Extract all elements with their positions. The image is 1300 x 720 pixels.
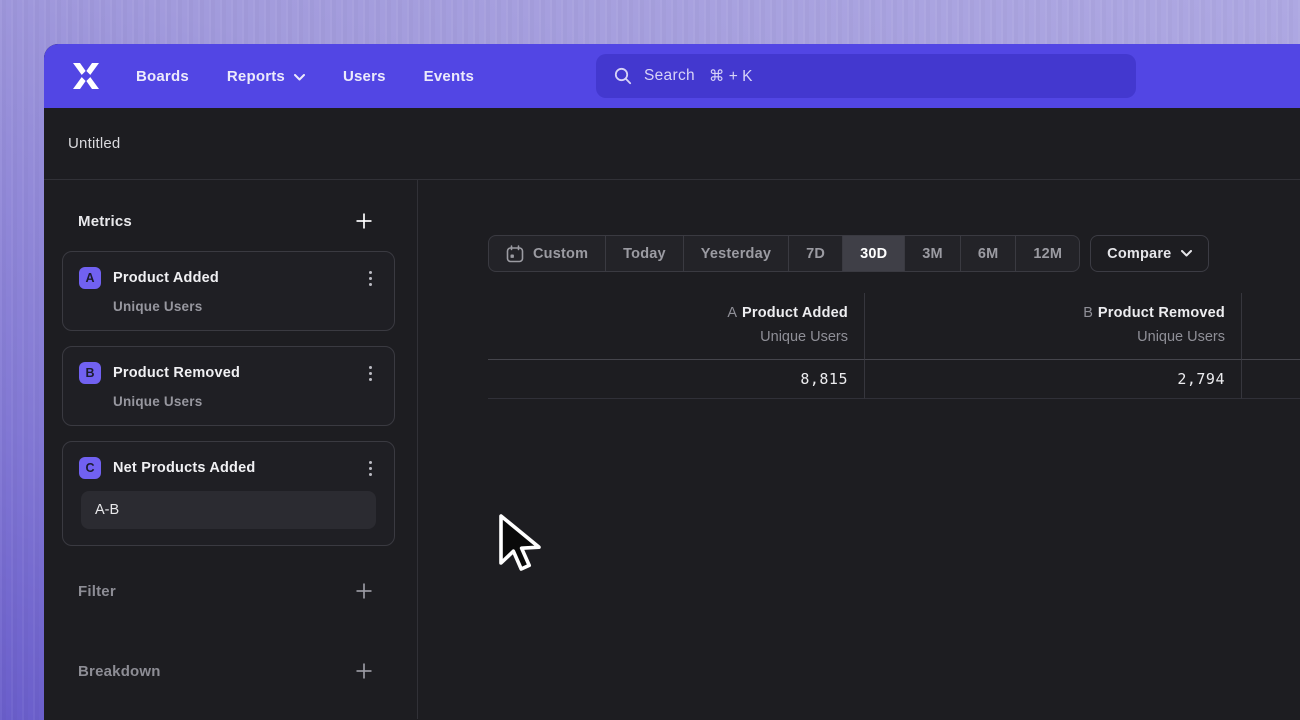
range-label: 12M [1033,246,1062,262]
range-12m[interactable]: 12M [1015,236,1079,271]
metric-title: Product Removed [113,365,363,381]
breakdown-section-header: Breakdown [44,656,417,686]
plus-icon [355,212,373,230]
metric-card-c[interactable]: C Net Products Added A-B [62,441,395,546]
column-title: Product Added [742,305,848,321]
metric-badge: B [79,362,101,384]
date-range-segmented-control: Custom Today Yesterday 7D 30D 3M 6M 12M [488,235,1080,272]
search-shortcut: ⌘ + K [709,67,753,86]
range-today[interactable]: Today [605,236,683,271]
range-yesterday[interactable]: Yesterday [683,236,788,271]
result-column-b: B Product Removed Unique Users 2,794 [865,293,1242,399]
result-column-a: A Product Added Unique Users 8,815 [488,293,865,399]
nav-label: Reports [227,68,285,85]
report-title[interactable]: Untitled [68,135,120,152]
range-label: 6M [978,246,999,262]
result-column-empty [1242,293,1300,399]
metric-title: Product Added [113,270,363,286]
column-series-letter: A [727,305,737,321]
mixpanel-logo-icon[interactable] [68,61,104,91]
search-placeholder: Search [644,67,695,85]
metric-badge: A [79,267,101,289]
metrics-label: Metrics [78,213,132,230]
nav-label: Users [343,68,386,85]
range-7d[interactable]: 7D [788,236,842,271]
range-label: 30D [860,246,887,262]
metric-card-b[interactable]: B Product Removed Unique Users [62,346,395,426]
calendar-icon [506,245,524,263]
search-input[interactable]: Search ⌘ + K [596,54,1136,98]
metric-card-a[interactable]: A Product Added Unique Users [62,251,395,331]
nav-items: Boards Reports Users Events [136,68,474,85]
report-main-panel: Custom Today Yesterday 7D 30D 3M 6M 12M … [418,180,1300,719]
metrics-section-header: Metrics [44,206,417,236]
range-6m[interactable]: 6M [960,236,1016,271]
breakdown-label: Breakdown [78,663,161,680]
add-metric-button[interactable] [353,210,375,232]
metric-measurement[interactable]: Unique Users [113,394,378,409]
filter-section-header: Filter [44,576,417,606]
nav-label: Events [424,68,474,85]
compare-button[interactable]: Compare [1090,235,1209,272]
results-table: A Product Added Unique Users 8,815 B Produ… [488,293,1300,399]
kebab-menu-icon[interactable] [363,458,378,479]
column-header[interactable]: A Product Added Unique Users [488,293,865,359]
column-subtitle: Unique Users [865,329,1225,345]
metric-badge: C [79,457,101,479]
nav-item-reports[interactable]: Reports [227,68,305,85]
range-30d-selected[interactable]: 30D [842,236,904,271]
compare-label: Compare [1107,246,1171,262]
range-label: Yesterday [701,246,771,262]
nav-label: Boards [136,68,189,85]
kebab-menu-icon[interactable] [363,268,378,289]
nav-item-boards[interactable]: Boards [136,68,189,85]
plus-icon [355,582,373,600]
table-cell-value[interactable]: 2,794 [865,359,1242,399]
range-label: 7D [806,246,825,262]
add-breakdown-button[interactable] [353,660,375,682]
column-series-letter: B [1083,305,1093,321]
range-custom[interactable]: Custom [489,236,605,271]
app-window: Boards Reports Users Events Search ⌘ + K [44,44,1300,720]
nav-item-events[interactable]: Events [424,68,474,85]
column-subtitle: Unique Users [488,329,848,345]
table-cell-value[interactable]: 8,815 [488,359,865,399]
search-icon [614,67,632,85]
nav-item-users[interactable]: Users [343,68,386,85]
kebab-menu-icon[interactable] [363,363,378,384]
chevron-down-icon [1181,250,1192,257]
filter-label: Filter [78,583,116,600]
chevron-down-icon [294,74,305,81]
date-range-toolbar: Custom Today Yesterday 7D 30D 3M 6M 12M … [488,235,1300,272]
range-label: Custom [533,246,588,262]
range-3m[interactable]: 3M [904,236,960,271]
query-builder-sidebar: Metrics A Product Added Unique Users [44,180,418,719]
add-filter-button[interactable] [353,580,375,602]
plus-icon [355,662,373,680]
report-header: Untitled [44,108,1300,180]
range-label: Today [623,246,666,262]
metric-title: Net Products Added [113,460,363,476]
formula-input[interactable]: A-B [81,491,376,529]
top-navbar: Boards Reports Users Events Search ⌘ + K [44,44,1300,108]
desktop-background: Boards Reports Users Events Search ⌘ + K [0,0,1300,720]
column-title: Product Removed [1098,305,1225,321]
metric-measurement[interactable]: Unique Users [113,299,378,314]
column-header[interactable]: B Product Removed Unique Users [865,293,1242,359]
range-label: 3M [922,246,943,262]
